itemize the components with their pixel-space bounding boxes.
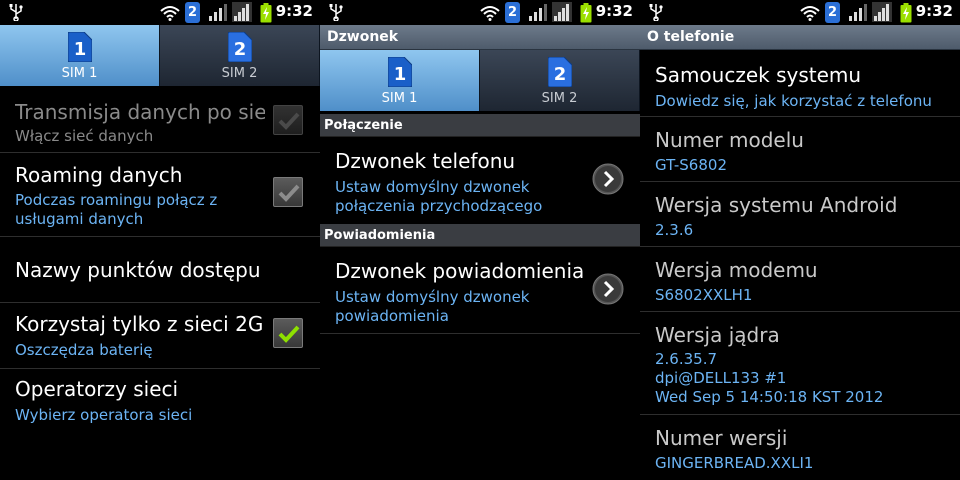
sim-tabs: 1 SIM 1 2 SIM 2 [320,50,640,111]
status-bar: 2 9:32 [0,0,320,25]
access-point-names-item[interactable]: Nazwy punktów dostępu [0,237,320,303]
usb-icon [9,4,23,21]
item-value-line-1: 2.6.35.7 [655,350,718,368]
mobile-data-item[interactable]: Transmisja danych po sieci Włącz sieć da… [0,86,320,153]
tab-label: SIM 2 [541,91,578,106]
item-subtitle: Ustaw domyślny dzwonek połączenia przych… [335,178,543,215]
sim-badge: 2 [505,2,520,23]
item-title: Korzystaj tylko z sieci 2G [15,312,264,336]
sim-badge: 2 [825,2,840,23]
sim-tabs: 1 SIM 1 2 SIM 2 [0,25,320,86]
section-header-notifications: Powiadomienia [320,224,640,247]
item-title: Numer wersji [655,426,788,450]
use-2g-only-item[interactable]: Korzystaj tylko z sieci 2G Oszczędza bat… [0,303,320,369]
item-title: Wersja systemu Android [655,193,898,217]
item-title: Wersja modemu [655,258,818,282]
item-value: GT-S6802 [655,156,727,174]
usb-icon [649,4,663,21]
sim-2-icon: 2 [547,57,572,87]
svg-text:2: 2 [553,64,566,85]
item-subtitle: Wybierz operatora sieci [15,406,193,424]
status-bar: 2 9:32 [320,0,640,25]
section-header-calls: Połączenie [320,114,640,137]
item-title: Dzwonek powiadomienia [335,259,585,283]
item-title: Samouczek systemu [655,63,862,87]
build-number-item: Numer wersji GINGERBREAD.XXLI1 [640,415,960,480]
kernel-version-item: Wersja jądra 2.6.35.7 dpi@DELL133 #1 Wed… [640,312,960,415]
tab-label: SIM 1 [381,91,418,106]
clock: 9:32 [595,2,633,20]
item-subtitle: Oszczędza baterię [15,341,153,359]
about-phone-screen: 2 9:32 O telefonie Samouczek systemu Dow… [640,0,960,480]
battery-charging-icon [580,3,592,23]
item-value-line-2: dpi@DELL133 #1 [655,369,787,387]
phone-ringtone-item[interactable]: Dzwonek telefonu Ustaw domyślny dzwonek … [320,137,640,224]
check-icon [278,112,300,130]
chevron-right-icon [592,273,624,305]
signal-strength-icon [209,4,227,21]
item-subtitle: Włącz sieć danych [15,127,154,145]
check-icon [278,325,300,343]
baseband-version-item: Wersja modemu S6802XXLH1 [640,247,960,312]
tab-sim-2[interactable]: 2 SIM 2 [160,25,320,86]
item-value: 2.3.6 [655,221,694,239]
item-title: Transmisja danych po sieci [15,100,265,124]
signal-strength-sim2-icon [552,2,572,22]
notification-ringtone-item[interactable]: Dzwonek powiadomienia Ustaw domyślny dzw… [320,247,640,334]
item-title: Numer modelu [655,128,804,152]
clock: 9:32 [275,2,313,20]
page-title: Dzwonek [320,25,640,50]
tab-sim-2[interactable]: 2 SIM 2 [480,50,640,111]
data-roaming-checkbox[interactable] [273,177,303,207]
item-title: Roaming danych [15,163,183,187]
sim-badge: 2 [185,2,200,23]
item-subtitle: Ustaw domyślny dzwonek powiadomienia [335,288,530,325]
signal-strength-icon [849,4,867,21]
model-number-item: Numer modelu GT-S6802 [640,117,960,182]
status-bar: 2 9:32 [640,0,960,25]
ringtone-settings-screen: 2 9:32 Dzwonek 1 SIM 1 2 SIM 2 Połączeni… [320,0,640,480]
sim-1-icon: 1 [387,57,412,87]
item-title: Operatorzy sieci [15,377,179,401]
svg-text:1: 1 [393,64,406,85]
sim-2-icon: 2 [227,32,252,62]
tab-label: SIM 1 [61,66,98,81]
mobile-network-settings-screen: 2 9:32 1 SIM 1 2 SIM 2 Transmisja danych… [0,0,320,480]
mobile-data-checkbox[interactable] [273,105,303,135]
svg-text:2: 2 [233,39,246,60]
wifi-icon [480,6,500,21]
item-value: S6802XXLH1 [655,286,753,304]
signal-strength-sim2-icon [232,2,252,22]
signal-strength-sim2-icon [872,2,892,22]
network-operators-item[interactable]: Operatorzy sieci Wybierz operatora sieci [0,369,320,435]
svg-text:1: 1 [73,39,86,60]
wifi-icon [800,6,820,21]
page-title: O telefonie [640,25,960,50]
item-value: Dowiedz się, jak korzystać z telefonu [655,92,932,110]
data-roaming-item[interactable]: Roaming danych Podczas roamingu połącz z… [0,153,320,237]
use-2g-only-checkbox[interactable] [273,318,303,348]
check-icon [278,184,300,202]
battery-charging-icon [900,3,912,23]
android-version-item: Wersja systemu Android 2.3.6 [640,182,960,247]
tab-sim-1[interactable]: 1 SIM 1 [320,50,480,111]
chevron-right-icon [592,163,624,195]
usb-icon [329,4,343,21]
item-value-line-3: Wed Sep 5 14:50:18 KST 2012 [655,388,884,406]
tab-label: SIM 2 [221,66,258,81]
wifi-icon [160,6,180,21]
item-title: Wersja jądra [655,323,780,347]
item-title: Nazwy punktów dostępu [15,258,261,282]
signal-strength-icon [529,4,547,21]
item-value: GINGERBREAD.XXLI1 [655,454,814,472]
item-subtitle: Podczas roamingu połącz z usługami danyc… [15,191,218,228]
item-title: Dzwonek telefonu [335,149,516,173]
clock: 9:32 [915,2,953,20]
sim-1-icon: 1 [67,32,92,62]
battery-charging-icon [260,3,272,23]
tab-sim-1[interactable]: 1 SIM 1 [0,25,160,86]
system-tutorial-item[interactable]: Samouczek systemu Dowiedz się, jak korzy… [640,50,960,117]
